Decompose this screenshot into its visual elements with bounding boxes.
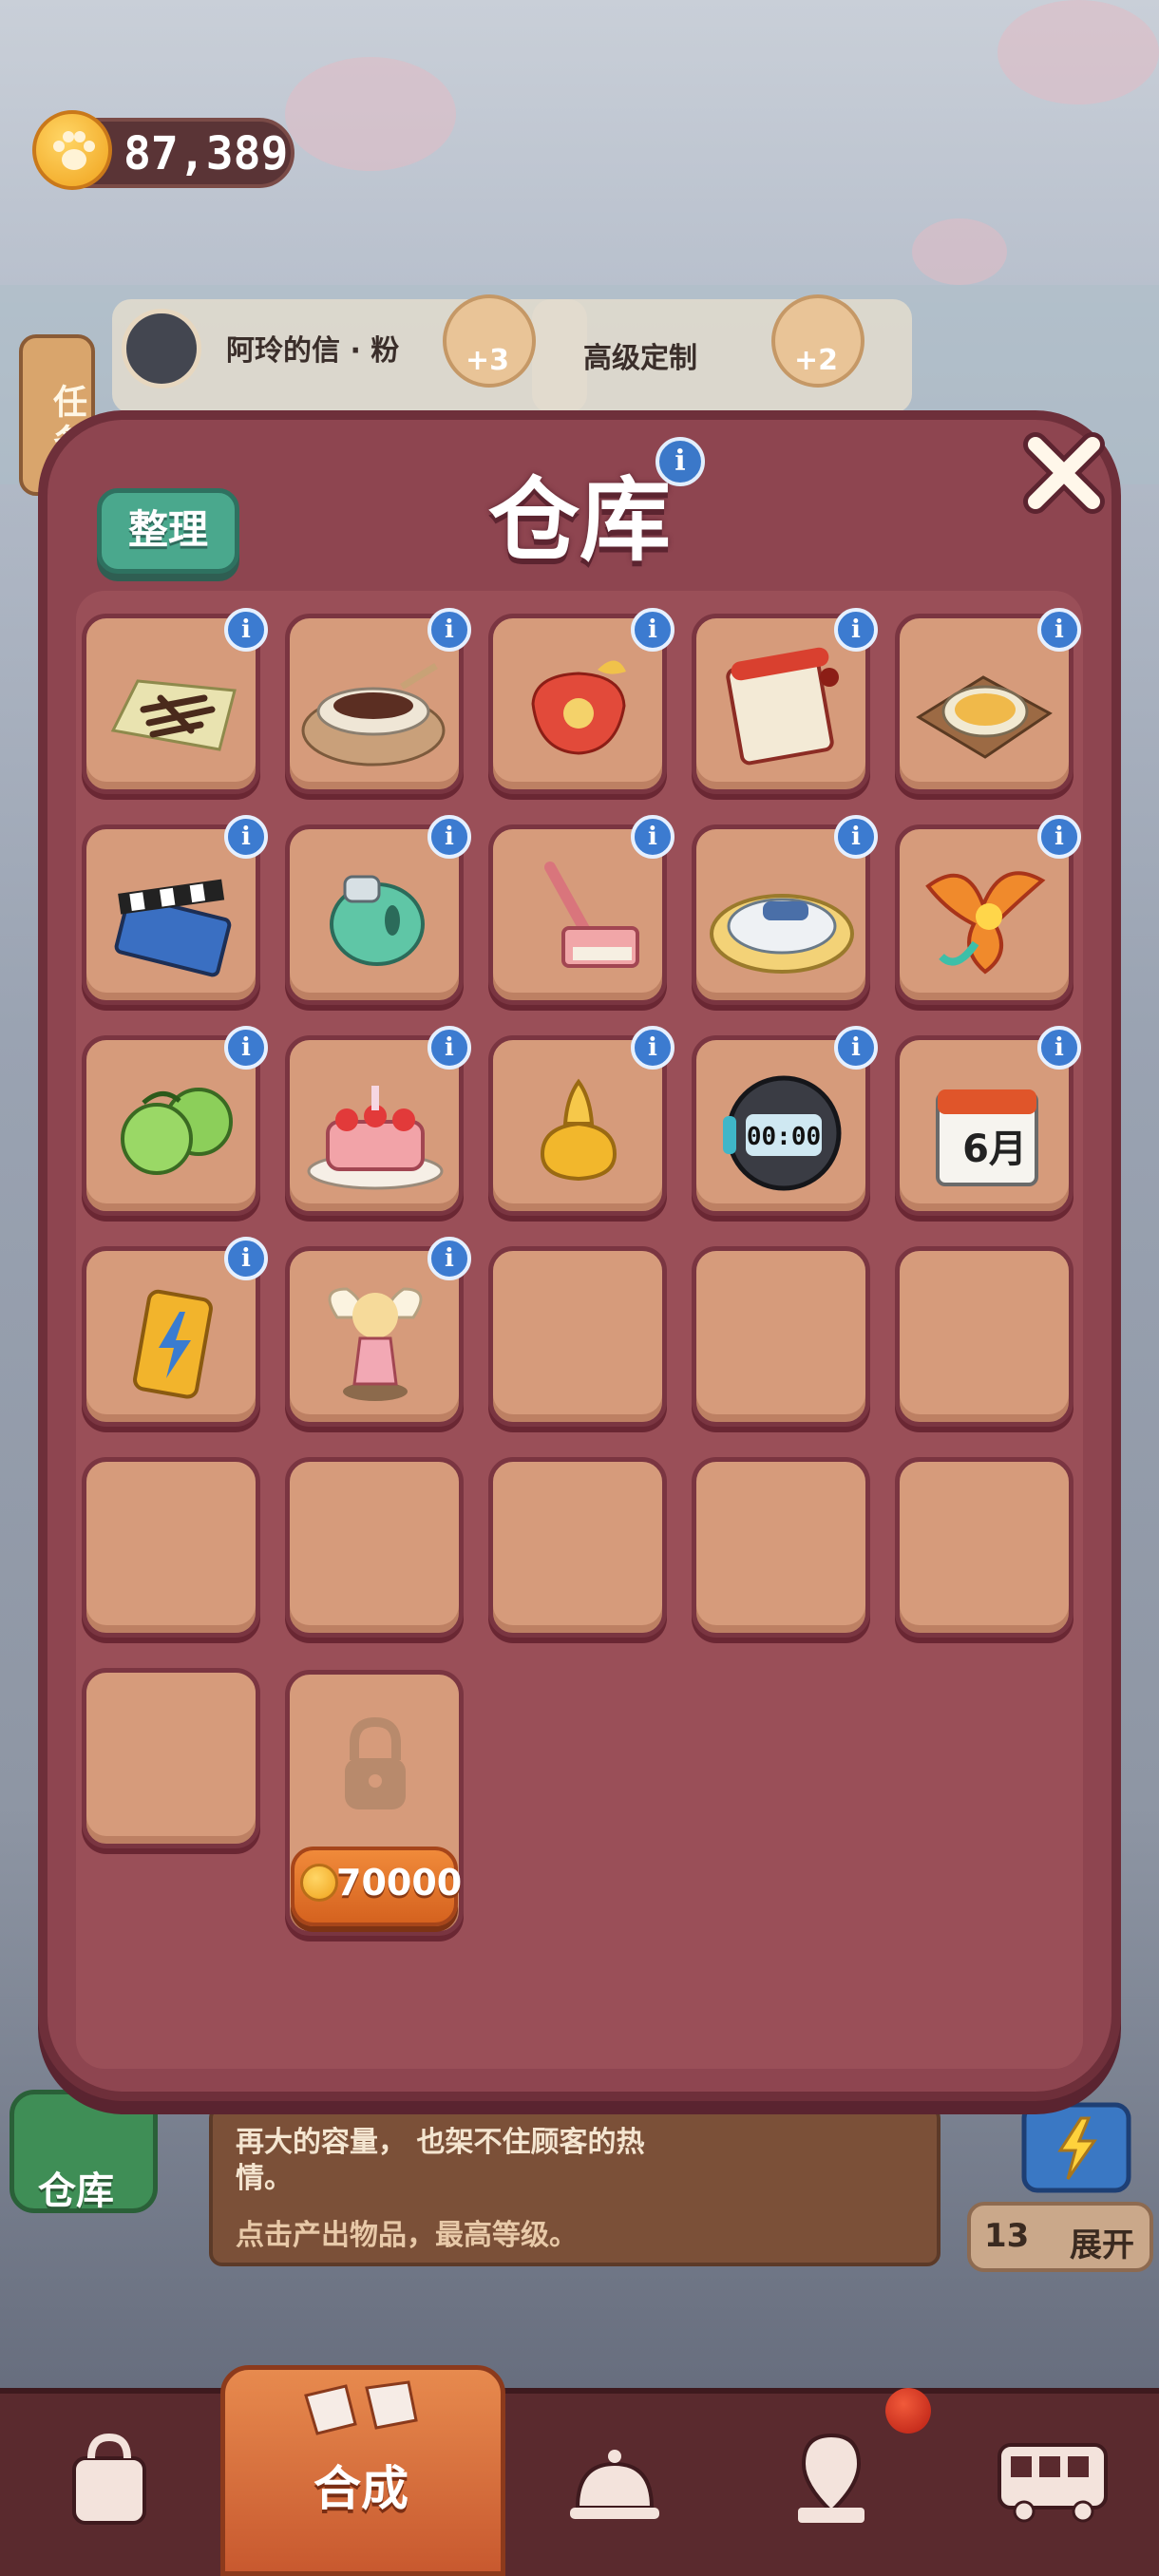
info-icon[interactable]: i [1037,608,1081,652]
warehouse-slot-empty[interactable] [488,1246,667,1427]
info-icon[interactable]: i [834,815,878,859]
description-hint: 点击产出物品，最高等级。 [236,2219,578,2252]
fairy-doll-icon [328,1287,423,1401]
bus-icon[interactable] [980,2413,1123,2546]
golden-bottle-icon [540,1078,618,1182]
merge-icon [304,2380,418,2435]
warehouse-slot-empty[interactable] [285,1457,464,1638]
close-icon[interactable] [1015,424,1113,522]
energy-battery-icon [133,1289,213,1399]
reward-amount: +2 [794,344,839,377]
info-icon[interactable]: i [428,1026,471,1070]
description-text: 再大的容量， 也架不住顾客的热 [236,2126,645,2159]
warehouse-slot-empty[interactable] [488,1457,667,1638]
strawberry-cake-icon [307,1086,444,1190]
info-icon[interactable]: i [631,1026,674,1070]
warehouse-slot-empty[interactable] [82,1457,260,1638]
phoenix-icon [925,871,1046,975]
warehouse-slot-empty[interactable] [82,1668,260,1848]
map-pin-icon[interactable] [760,2413,902,2546]
reward-amount: +3 [466,344,510,377]
jellyfish-decoration [285,57,456,171]
paw-coin-icon [32,110,112,190]
paw-coin-icon [300,1864,338,1902]
jellyfish-decoration [998,0,1159,104]
lock-icon [345,1716,406,1809]
green-gooseberries-icon [121,1088,233,1175]
info-icon[interactable]: i [224,608,268,652]
info-icon[interactable]: i [428,1237,471,1280]
notification-dot [885,2388,931,2434]
calendar-text: 6月 [962,1127,1027,1171]
expand-label: 展开 [1070,2226,1134,2264]
warehouse-slot-empty[interactable] [692,1246,870,1427]
stopwatch-display: 00:00 [747,1123,821,1151]
order-title: 高级定制 [583,342,697,375]
info-icon[interactable]: i [428,815,471,859]
info-icon[interactable]: i [834,1026,878,1070]
sandwich-press-icon [710,894,854,974]
digital-stopwatch-icon: 00:00 [723,1075,842,1191]
order-customer-name: 阿玲的信 · 粉 [226,334,400,368]
sort-button[interactable]: 整理 [97,488,239,574]
info-icon[interactable]: i [631,815,674,859]
info-icon[interactable]: i [834,608,878,652]
info-icon[interactable]: i [224,815,268,859]
info-icon[interactable]: i [224,1237,268,1280]
info-icon[interactable]: i [631,608,674,652]
warehouse-slot-empty[interactable] [692,1457,870,1638]
expand-count: 13 [984,2217,1030,2255]
nav-tab-merge-label: 合成 [314,2461,408,2516]
warehouse-slot-empty[interactable] [895,1246,1074,1427]
info-icon[interactable]: i [428,608,471,652]
coin-value: 87,389 [124,127,289,180]
title-info-icon[interactable]: i [656,437,705,486]
energy-chest-icon[interactable] [1015,2086,1138,2200]
film-clapperboard-icon [114,879,232,977]
info-icon[interactable]: i [1037,815,1081,859]
warehouse-slot-empty[interactable] [895,1457,1074,1638]
shop-bag-icon[interactable] [38,2413,180,2546]
unlock-price: 70000 [336,1862,463,1904]
customer-avatar [122,309,201,388]
info-icon[interactable]: i [1037,1026,1081,1070]
green-mouse-icon [330,875,425,966]
description-text: 情。 [236,2162,293,2195]
service-bell-icon[interactable] [543,2413,686,2546]
info-icon[interactable]: i [224,1026,268,1070]
jellyfish-decoration [912,218,1007,285]
storage-button-label: 仓库 [38,2169,114,2213]
pink-shovel-icon [544,862,639,968]
calendar-june-icon: 6月 [936,1089,1038,1186]
